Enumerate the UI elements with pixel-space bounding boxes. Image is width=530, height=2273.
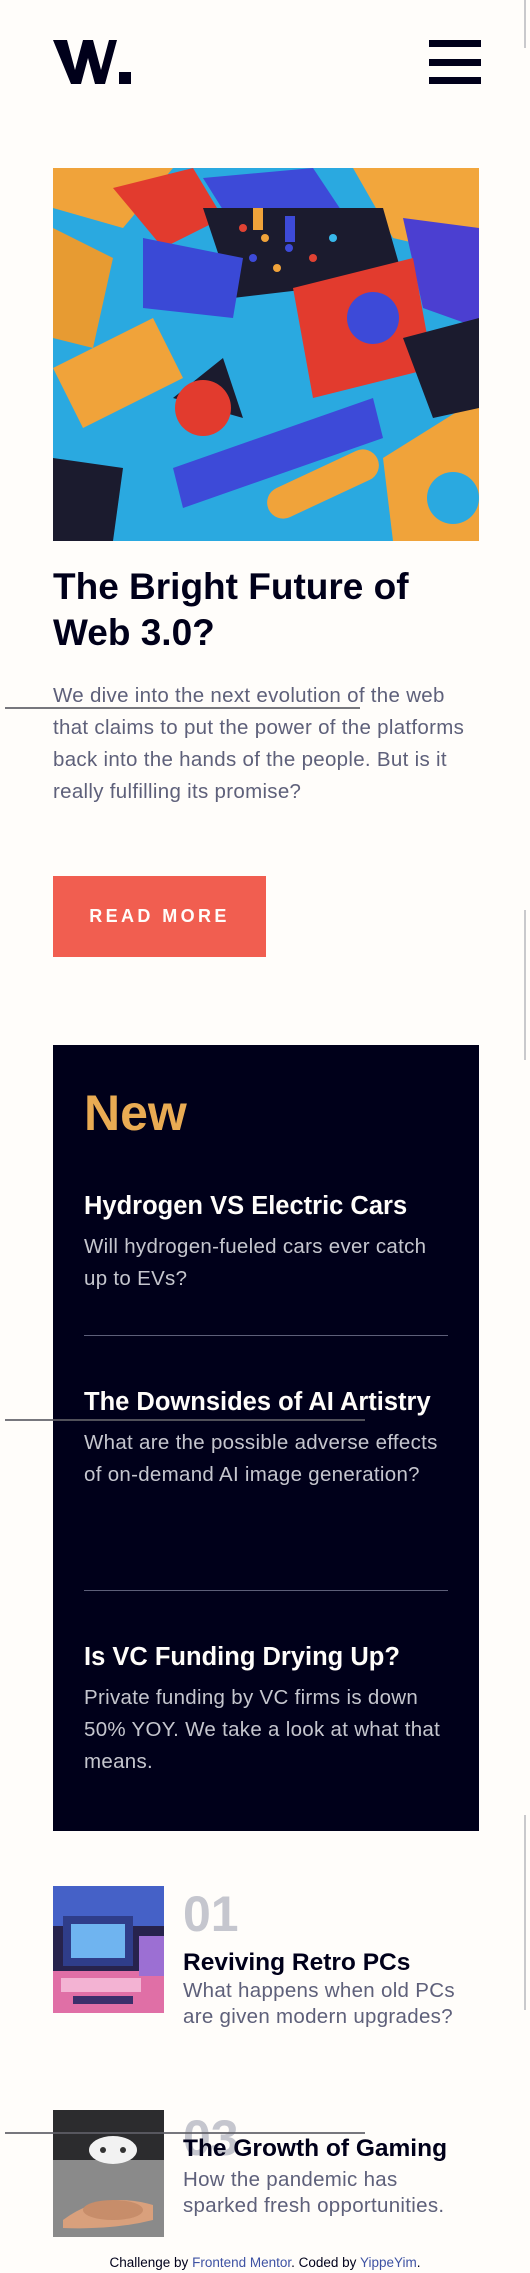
menu-button[interactable] — [429, 36, 481, 88]
news-item-title[interactable]: Is VC Funding Drying Up? — [84, 1643, 448, 1672]
scrollbar[interactable] — [524, 910, 526, 1060]
new-panel: New Hydrogen VS Electric Cars Will hydro… — [53, 1045, 479, 1831]
list-description: How the pandemic has sparked fresh oppor… — [183, 2168, 445, 2217]
news-item-title[interactable]: Hydrogen VS Electric Cars — [84, 1192, 448, 1221]
author-link[interactable]: YippeYim — [360, 2255, 417, 2270]
list-title[interactable]: Reviving Retro PCs — [183, 1948, 410, 1978]
overlay-line — [5, 707, 360, 709]
news-item: Hydrogen VS Electric Cars Will hydrogen-… — [84, 1192, 448, 1295]
overlay-line — [5, 2132, 365, 2134]
list-number: 01 — [183, 1886, 239, 1942]
scrollbar[interactable] — [524, 0, 526, 48]
retro-pc-image — [53, 1886, 164, 2013]
hero-image — [53, 168, 479, 541]
news-item-description: Private funding by VC firms is down 50% … — [84, 1686, 441, 1773]
list-item: 01 Reviving Retro PCs What happens when … — [53, 1886, 479, 2028]
hero-title: The Bright Future of Web 3.0? — [53, 566, 409, 653]
logo[interactable] — [53, 36, 133, 88]
hamburger-menu-icon — [429, 40, 481, 47]
hero-description: We dive into the next evolution of the w… — [53, 684, 465, 803]
frontend-mentor-link[interactable]: Frontend Mentor — [192, 2255, 291, 2270]
news-item: The Downsides of AI Artistry What are th… — [84, 1388, 448, 1491]
list-title[interactable]: The Growth of Gaming — [183, 2134, 447, 2164]
footer-suffix: . — [416, 2255, 421, 2270]
gaming-controller-image — [53, 2110, 164, 2237]
news-item-description: What are the possible adverse effects of… — [84, 1431, 438, 1486]
page: The Bright Future of Web 3.0? We dive in… — [0, 0, 530, 2273]
abstract-3d-blocks-image — [53, 168, 479, 541]
read-more-button[interactable]: READ MORE — [53, 876, 266, 957]
footer-middle: . Coded by — [291, 2255, 357, 2270]
scrollbar[interactable] — [524, 1815, 526, 2010]
footer: Challenge by Frontend Mentor. Coded by Y… — [0, 2255, 530, 2271]
footer-prefix: Challenge by — [109, 2255, 189, 2270]
list-item: 03 The Growth of Gaming How the pandemic… — [53, 2110, 479, 2240]
list-description: What happens when old PCs are given mode… — [183, 1979, 455, 2028]
divider — [84, 1590, 448, 1591]
news-item-title[interactable]: The Downsides of AI Artistry — [84, 1388, 448, 1417]
divider — [84, 1335, 448, 1336]
news-item: Is VC Funding Drying Up? Private funding… — [84, 1643, 448, 1778]
new-heading: New — [84, 1085, 187, 1141]
overlay-line — [5, 1419, 365, 1421]
news-item-description: Will hydrogen-fueled cars ever catch up … — [84, 1235, 427, 1290]
